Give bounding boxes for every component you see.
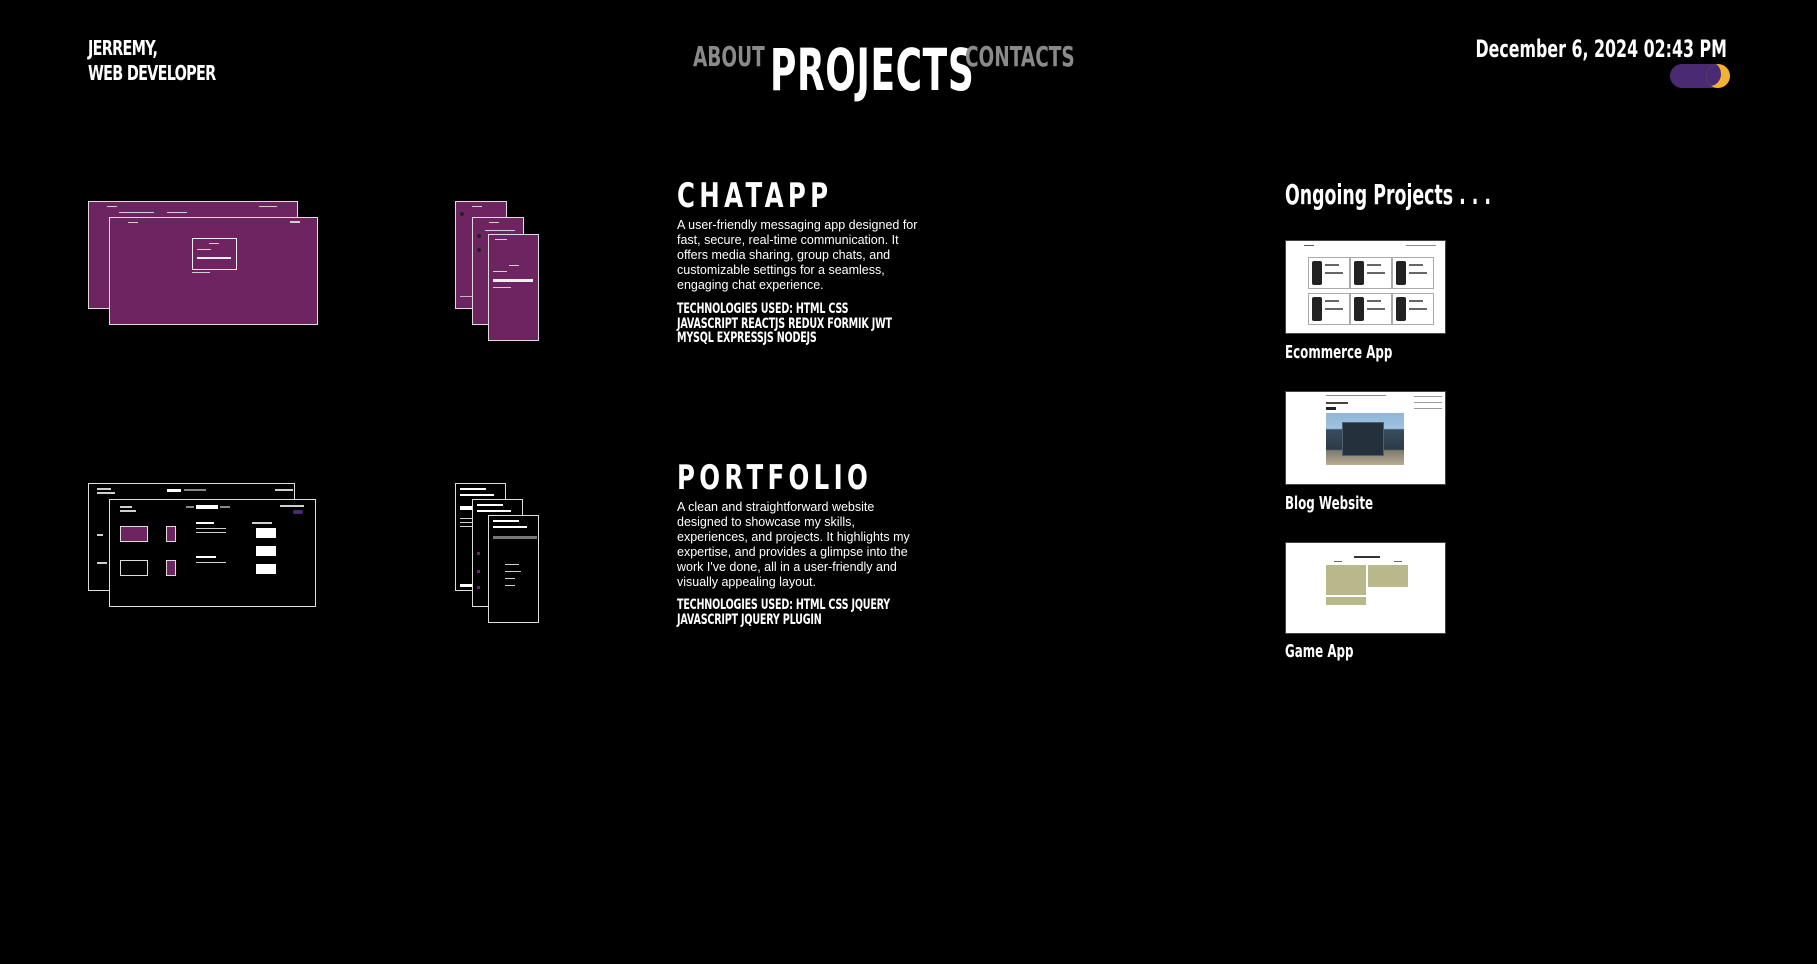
game-app-thumbnail[interactable] [1285,542,1446,634]
nav-about-link[interactable]: ABOUT [693,40,765,73]
login-form-preview [192,238,237,270]
project-title-chatapp[interactable]: CHATAPP [677,176,832,216]
ongoing-item-ecommerce-app[interactable]: Ecommerce App [1285,342,1392,363]
portfolio-desktop-screenshot-front [109,499,316,607]
current-datetime: December 6, 2024 02:43 PM [1475,35,1727,63]
portfolio-mobile-screenshot-3 [488,515,539,623]
chatapp-desktop-screenshot-front [109,217,318,325]
nav-projects-link[interactable]: PROJECTS [770,36,974,104]
project-description-portfolio: A clean and straightforward website desi… [677,500,910,589]
brand-logo[interactable]: JERREMY, WEB DEVELOPER [88,36,265,86]
project-technologies-portfolio: TECHNOLOGIES USED: HTML CSS JQUERY JAVAS… [677,597,891,628]
moon-icon [1706,64,1730,88]
main-nav: ABOUT PROJECTS CONTACTS [690,36,1075,104]
brand-name: JERREMY, [88,36,158,60]
ongoing-projects-heading: Ongoing Projects . . . [1285,178,1492,211]
theme-toggle[interactable] [1670,64,1730,88]
ongoing-item-game-app[interactable]: Game App [1285,641,1354,662]
project-title-portfolio[interactable]: PORTFOLIO [677,458,872,498]
ecommerce-app-thumbnail[interactable] [1285,240,1446,334]
brand-role: WEB DEVELOPER [88,61,216,85]
nav-contacts-link[interactable]: CONTACTS [965,40,1075,73]
ongoing-item-blog-website[interactable]: Blog Website [1285,493,1373,514]
project-description-chatapp: A user-friendly messaging app designed f… [677,218,918,292]
project-technologies-chatapp: TECHNOLOGIES USED: HTML CSS JAVASCRIPT R… [677,301,892,346]
chatapp-mobile-screenshot-3 [488,234,539,341]
blog-website-thumbnail[interactable] [1285,391,1446,485]
